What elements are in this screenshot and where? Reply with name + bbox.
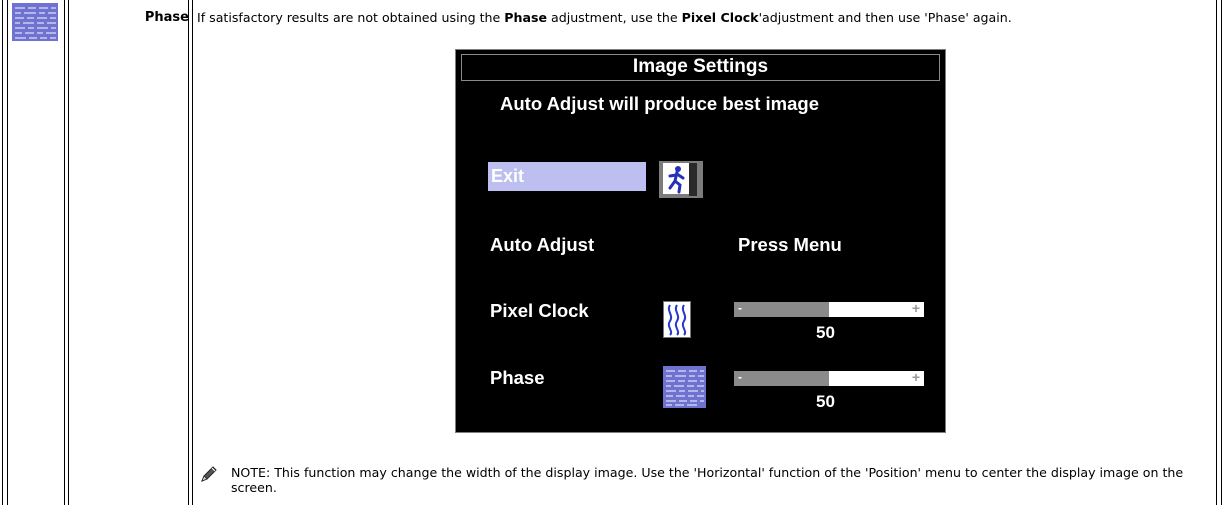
intro-text-part2: adjustment, use the (546, 10, 682, 25)
wave-icon (663, 301, 691, 338)
phase-slider-fill (734, 371, 829, 386)
pixel-clock-minus-icon: - (738, 301, 742, 315)
table-border-right (1221, 0, 1222, 505)
intro-bold-pixel-clock: Pixel Clock (681, 10, 759, 25)
phase-pattern-icon (12, 3, 58, 41)
table-border-left-inner (7, 0, 8, 505)
intro-text-part3: 'adjustment and then use 'Phase' again. (758, 10, 1012, 25)
pencil-icon (200, 466, 217, 483)
column-divider-2b (192, 0, 193, 505)
phase-plus-icon: + (911, 369, 920, 385)
row-label-phase: Phase (144, 10, 189, 25)
column-divider-2 (188, 0, 189, 505)
osd-image-settings-panel: Image Settings Auto Adjust will produce … (455, 49, 946, 433)
osd-title: Image Settings (632, 56, 769, 77)
pixel-clock-value: 50 (816, 323, 835, 342)
osd-message: Auto Adjust will produce best image (500, 93, 819, 114)
osd-auto-adjust-label: Auto Adjust (490, 234, 595, 255)
table-border-left (2, 0, 3, 505)
pixel-clock-plus-icon: + (911, 300, 920, 316)
osd-phase-label: Phase (490, 367, 545, 388)
phase-pattern-icon (663, 366, 706, 408)
osd-exit-button[interactable]: Exit (488, 162, 646, 191)
osd-press-menu-label: Press Menu (738, 234, 842, 255)
column-divider-1b (68, 0, 69, 505)
osd-title-bar: Image Settings (461, 54, 940, 81)
intro-text-part1: If satisfactory results are not obtained… (197, 10, 505, 25)
note-text: NOTE: This function may change the width… (231, 465, 1184, 495)
pixel-clock-slider-fill (734, 302, 829, 317)
intro-bold-phase: Phase (504, 10, 547, 25)
phase-minus-icon: - (738, 370, 742, 384)
intro-text: If satisfactory results are not obtained… (197, 10, 1217, 25)
phase-slider[interactable]: - + (734, 369, 924, 386)
table-border-right-inner (1216, 0, 1217, 505)
phase-value: 50 (816, 392, 835, 411)
exit-running-man-icon[interactable] (659, 161, 703, 198)
pixel-clock-slider[interactable]: - + (734, 300, 924, 317)
column-divider-1 (64, 0, 65, 505)
osd-pixel-clock-label: Pixel Clock (490, 300, 589, 321)
